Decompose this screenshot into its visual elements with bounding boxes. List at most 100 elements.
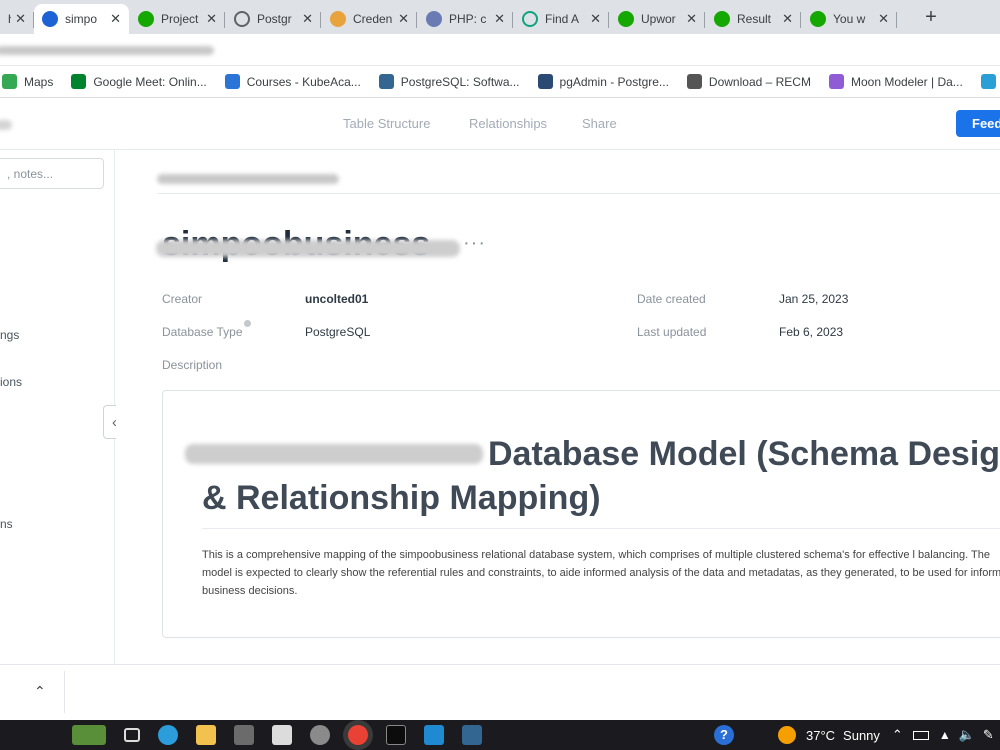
bookmark-label: pgAdmin - Postgre...: [559, 74, 669, 89]
date-created-label: Date created: [637, 292, 706, 306]
terminal-icon[interactable]: [386, 725, 406, 745]
close-icon[interactable]: ✕: [494, 11, 505, 27]
dbdiagram-icon: [42, 11, 58, 27]
help-icon[interactable]: ?: [714, 725, 734, 745]
volume-icon[interactable]: 🔈: [959, 727, 975, 743]
upwork-icon: [714, 11, 730, 27]
bookmark-item[interactable]: PostgreSQL: Softwa...: [378, 74, 520, 89]
bottom-divider: [64, 671, 65, 713]
browser-tab[interactable]: You w ✕: [802, 4, 897, 34]
vscode-icon[interactable]: [424, 725, 444, 745]
settings-icon[interactable]: [310, 725, 330, 745]
openai-icon: [522, 11, 538, 27]
close-icon[interactable]: ✕: [110, 11, 121, 27]
bookmark-item[interactable]: Google Meet: Onlin...: [71, 74, 207, 89]
tray-chevron-icon[interactable]: ⌃: [892, 727, 903, 743]
address-bar[interactable]: [0, 34, 1000, 66]
browser-tab-label: Find A: [545, 12, 580, 26]
bookmark-label: Courses - KubeAca...: [246, 74, 361, 89]
bookmark-label: PostgreSQL: Softwa...: [400, 74, 520, 89]
browser-tab[interactable]: simpo ✕: [34, 4, 129, 34]
pgadmin-icon: [537, 74, 553, 89]
browser-tab-label: Result: [737, 12, 772, 26]
browser-tab[interactable]: Result ✕: [706, 4, 801, 34]
redacted-breadcrumb: [157, 174, 339, 184]
close-icon[interactable]: ✕: [398, 11, 409, 27]
battery-icon[interactable]: [912, 730, 929, 740]
php-icon: [426, 11, 442, 27]
new-tab-button[interactable]: +: [916, 2, 946, 32]
browser-tab[interactable]: h✕: [0, 4, 34, 34]
browser-tab-label: Creden: [353, 12, 393, 26]
browser-tab[interactable]: Find A ✕: [514, 4, 609, 34]
redacted-url: [0, 46, 214, 55]
upwork-icon: [810, 11, 826, 27]
network-icon[interactable]: ▲: [939, 728, 951, 742]
heading-line-2: & Relationship Mapping): [202, 479, 601, 517]
more-options-icon[interactable]: ···: [463, 232, 486, 255]
browser-tab[interactable]: Upwor ✕: [610, 4, 705, 34]
upwork-icon: [138, 11, 154, 27]
description-label: Description: [162, 358, 223, 372]
widgets-icon[interactable]: [72, 725, 106, 745]
last-updated-value: Feb 6, 2023: [779, 325, 844, 339]
bookmark-item[interactable]: Maps: [2, 74, 53, 89]
file-explorer-icon[interactable]: [196, 725, 216, 745]
globe-icon: [234, 11, 250, 27]
moon-icon: [828, 74, 844, 89]
pen-icon[interactable]: ✎: [983, 727, 994, 743]
logo-placeholder: [0, 120, 12, 130]
edge-icon[interactable]: [158, 725, 178, 745]
browser-tab[interactable]: Postgr ✕: [226, 4, 321, 34]
close-icon[interactable]: ✕: [590, 11, 601, 27]
info-dot-icon: [244, 320, 251, 327]
browser-tab[interactable]: Creden ✕: [322, 4, 417, 34]
maps-icon: [2, 74, 17, 89]
pgadmin-taskbar-icon[interactable]: [462, 725, 482, 745]
task-view-icon[interactable]: [124, 728, 140, 742]
windows-taskbar: ? 37°C Sunny ⌃ ▲ 🔈 ✎: [0, 720, 1000, 750]
database-type-label: Database Type: [162, 325, 243, 339]
close-icon[interactable]: ✕: [15, 11, 26, 27]
nav-share[interactable]: Share: [582, 116, 617, 131]
feedback-button[interactable]: Feed: [956, 110, 1000, 137]
browser-tab-label: Project: [161, 12, 199, 26]
close-icon[interactable]: ✕: [302, 11, 313, 27]
mail-icon[interactable]: [272, 725, 292, 745]
search-input[interactable]: , notes...: [0, 158, 104, 189]
temperature: 37°C: [806, 727, 836, 743]
sidebar-item-other[interactable]: ns: [0, 517, 13, 531]
bottom-panel: ⌃: [0, 664, 1000, 720]
chrome-icon[interactable]: [348, 725, 368, 745]
close-icon[interactable]: ✕: [686, 11, 697, 27]
nav-table-structure[interactable]: Table Structure: [343, 116, 430, 131]
redacted-heading-word: [185, 444, 483, 464]
store-icon[interactable]: [234, 725, 254, 745]
sidebar-item-settings[interactable]: ngs: [0, 328, 19, 342]
last-updated-label: Last updated: [637, 325, 707, 339]
close-icon[interactable]: ✕: [878, 11, 889, 27]
bookmark-item[interactable]: Moon Modeler | Da...: [828, 74, 963, 89]
weather-sun-icon: [778, 726, 796, 744]
browser-tab-label: Upwor: [641, 12, 676, 26]
browser-tab-label: h: [8, 12, 11, 26]
bookmarks-bar: Maps Google Meet: Onlin... Courses - KubeA…: [0, 66, 1000, 98]
bookmark-item[interactable]: pgAdmin - Postgre...: [537, 74, 669, 89]
bookmark-item[interactable]: Download – RECM: [686, 74, 811, 89]
close-icon[interactable]: ✕: [782, 11, 793, 27]
close-icon[interactable]: ✕: [206, 11, 217, 27]
weather-text: Sunny: [843, 727, 880, 743]
erbuilder-icon: [980, 74, 996, 89]
app-header: Table Structure Relationships Share Feed: [0, 98, 1000, 150]
browser-tab-label: PHP: c: [449, 12, 487, 26]
browser-tab[interactable]: PHP: c ✕: [418, 4, 513, 34]
browser-tab-strip: h✕simpo✕Project✕Postgr✕Creden✕PHP: c✕Fin…: [0, 0, 1000, 34]
bookmark-label: Maps: [24, 74, 54, 89]
bookmark-item[interactable]: Courses - KubeAca...: [224, 74, 361, 89]
chevron-up-icon[interactable]: ⌃: [34, 683, 46, 700]
bookmark-item[interactable]: ERBuild: [980, 74, 1000, 89]
sidebar-item-options[interactable]: ions: [0, 375, 22, 389]
nav-relationships[interactable]: Relationships: [469, 116, 547, 131]
browser-tab[interactable]: Project ✕: [130, 4, 225, 34]
kube-icon: [224, 74, 240, 89]
